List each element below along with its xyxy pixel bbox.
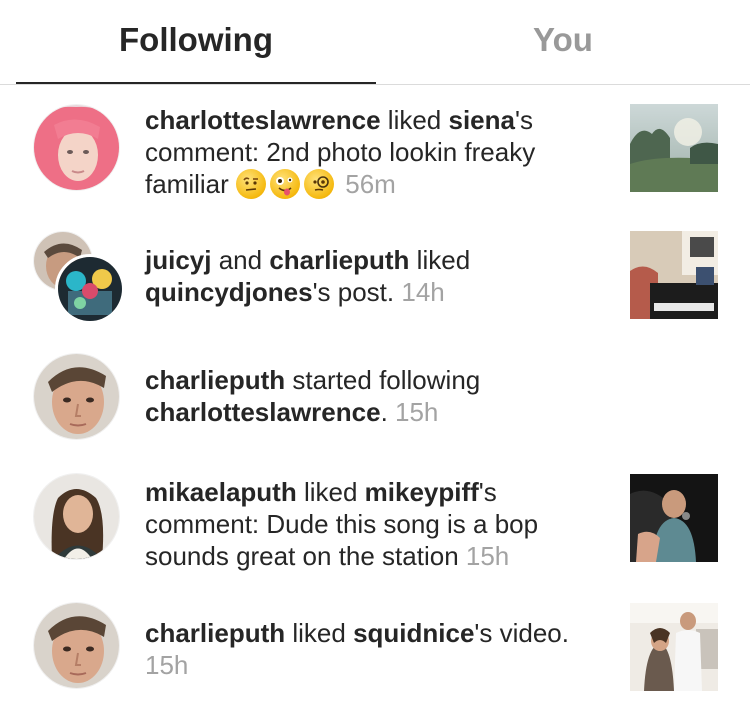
avatar-charlieputh[interactable] xyxy=(34,603,119,688)
username-link[interactable]: charlieputh xyxy=(269,245,409,275)
notification-row[interactable]: mikaelaputh liked mikeypiff's comment: D… xyxy=(0,474,750,574)
notification-suffix: 's post. xyxy=(312,277,402,307)
notification-row[interactable]: charlieputh liked squidnice's video. 15h xyxy=(0,603,750,703)
avatar-photo xyxy=(34,105,119,190)
username-link[interactable]: charlotteslawrence xyxy=(145,397,381,427)
performer-photo xyxy=(630,474,718,562)
notification-verb: liked xyxy=(380,105,449,135)
username-link[interactable]: charlieputh xyxy=(145,618,285,648)
notification-verb: liked xyxy=(409,245,471,275)
avatar-charlieputh[interactable] xyxy=(34,354,119,439)
notification-text: charlieputh liked squidnice's video. 15h xyxy=(145,617,605,681)
avatar-photo xyxy=(34,354,119,439)
timestamp: 15h xyxy=(465,541,510,571)
username-link[interactable]: charlieputh xyxy=(145,365,285,395)
face-with-monocle-emoji xyxy=(304,169,335,199)
piano-photo xyxy=(630,231,718,319)
timestamp: 15h xyxy=(145,650,189,680)
activity-tabs: Following You xyxy=(0,0,750,86)
timestamp: 56m xyxy=(345,169,396,199)
notification-row[interactable]: juicyj and charlieputh liked quincydjone… xyxy=(0,228,750,328)
zany-face-emoji xyxy=(270,169,301,199)
tabs-divider xyxy=(0,84,750,85)
post-thumbnail[interactable] xyxy=(630,474,718,562)
notification-suffix: 's video. xyxy=(474,618,569,648)
username-link[interactable]: squidnice xyxy=(353,618,474,648)
timestamp: 15h xyxy=(395,397,439,427)
notification-row[interactable]: charlotteslawrence liked siena's comment… xyxy=(0,100,750,200)
username-link[interactable]: siena xyxy=(448,105,515,135)
post-thumbnail[interactable] xyxy=(630,603,718,691)
username-link[interactable]: juicyj xyxy=(145,245,211,275)
dance-photo xyxy=(630,603,718,691)
avatar-photo xyxy=(34,603,119,688)
avatar-photo xyxy=(58,257,122,321)
username-link[interactable]: quincydjones xyxy=(145,277,313,307)
notification-suffix: . xyxy=(380,397,396,427)
landscape-photo xyxy=(630,104,718,192)
tab-you[interactable]: You xyxy=(376,16,750,64)
avatar-mikaelaputh[interactable] xyxy=(34,474,119,559)
notification-verb: started following xyxy=(285,365,481,395)
post-thumbnail[interactable] xyxy=(630,104,718,192)
notification-text: juicyj and charlieputh liked quincydjone… xyxy=(145,244,605,308)
notification-verb: liked xyxy=(296,477,365,507)
face-with-raised-eyebrow-emoji xyxy=(236,169,267,199)
avatar-photo xyxy=(34,474,119,559)
notification-text: mikaelaputh liked mikeypiff's comment: D… xyxy=(145,476,605,572)
avatar-charlieputh-secondary[interactable] xyxy=(55,254,125,324)
timestamp: 14h xyxy=(401,277,445,307)
notification-row[interactable]: charlieputh started following charlottes… xyxy=(0,352,750,452)
username-link[interactable]: charlotteslawrence xyxy=(145,105,381,135)
notification-text: charlotteslawrence liked siena's comment… xyxy=(145,104,605,200)
tab-following[interactable]: Following xyxy=(16,16,376,64)
username-link[interactable]: mikeypiff xyxy=(365,477,479,507)
notification-text: charlieputh started following charlottes… xyxy=(145,364,605,428)
conjunction-text: and xyxy=(211,245,270,275)
notification-verb: liked xyxy=(285,618,354,648)
username-link[interactable]: mikaelaputh xyxy=(145,477,297,507)
avatar-charlotteslawrence[interactable] xyxy=(34,105,119,190)
post-thumbnail[interactable] xyxy=(630,231,718,319)
